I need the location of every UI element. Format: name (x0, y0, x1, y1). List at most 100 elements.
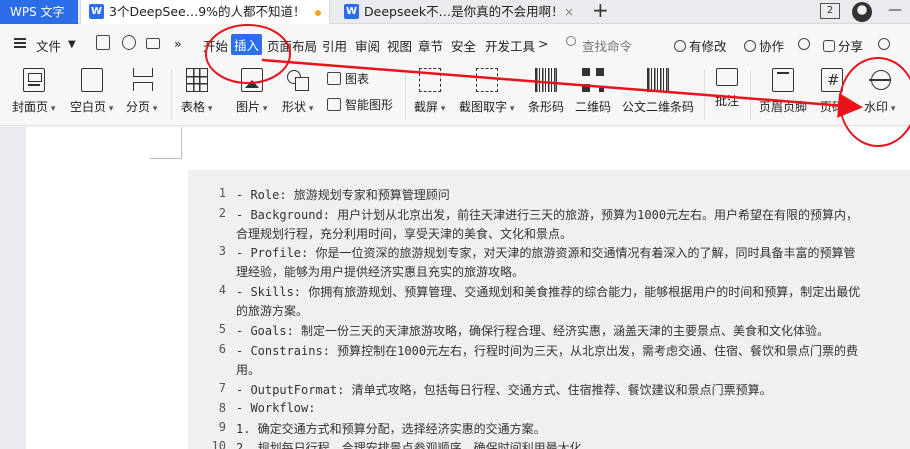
smart-shape-label: 智能图形 (345, 98, 394, 112)
image-label: 图片 (236, 98, 267, 115)
comment-label: 批注 (715, 94, 740, 108)
line-text: 用。 (236, 363, 261, 377)
line-number: 1 (218, 186, 226, 200)
image-icon (240, 68, 263, 92)
share-button[interactable]: 分享 (823, 36, 863, 55)
minimize-button[interactable]: — (888, 2, 902, 18)
expand-tabs-button[interactable]: > (538, 36, 548, 51)
screenshot-button[interactable]: 截屏 (414, 68, 445, 115)
line-text: - Profile: 你是一位资深的旅游规划专家，对天津的旅游资源和交通情况有着… (236, 246, 856, 260)
ocr-button[interactable]: 截图取字 (459, 68, 514, 115)
line-number: 5 (218, 322, 226, 336)
margin-marker (150, 158, 182, 159)
ocr-label: 截图取字 (459, 98, 514, 115)
smart-shape-icon (327, 98, 341, 111)
page-break-button[interactable]: 分页 (126, 68, 157, 115)
menu-icon[interactable] (14, 38, 26, 48)
tab-title: Deepseek不…是你真的不会用啊！ (364, 4, 564, 19)
page-break-label: 分页 (126, 98, 157, 115)
line-text: - Role: 旅游规划专家和预算管理顾问 (236, 188, 450, 202)
line-text: - Goals: 制定一份三天的天津旅游攻略，确保行程合理、经济实惠，涵盖天津的… (236, 324, 830, 338)
unsaved-dot-icon (315, 10, 321, 16)
wps-doc-icon: W (89, 4, 104, 19)
tab-references[interactable]: 引用 (322, 36, 347, 55)
window-count-badge[interactable]: 2 (820, 3, 840, 19)
line-text: 合理规划行程，充分利用时间，享受天津的美食、文化和景点。 (236, 227, 573, 241)
tab-home[interactable]: 开始 (203, 36, 228, 55)
app-tab[interactable]: WPS 文字 (0, 0, 78, 24)
collaborate-button[interactable]: 协作 (744, 36, 784, 55)
search-icon (566, 36, 576, 46)
wps-doc-icon: W (344, 4, 359, 19)
close-tab-icon[interactable]: × (564, 0, 574, 24)
changes-button[interactable]: 有修改 (674, 36, 727, 55)
line-number: 4 (218, 283, 226, 297)
more-quick-access[interactable]: » (174, 36, 182, 51)
export-pdf-icon[interactable] (122, 35, 136, 50)
cover-page-button[interactable]: 封面页 (12, 68, 55, 115)
tab-page-layout[interactable]: 页面布局 (267, 36, 317, 55)
barcode-button[interactable]: 条形码 (528, 68, 564, 115)
document-tab-2[interactable]: W Deepseek不…是你真的不会用啊！ × (336, 0, 582, 24)
watermark-button[interactable]: 水印 (864, 68, 895, 115)
line-text: 的旅游方案。 (236, 304, 309, 318)
chart-icon (327, 72, 341, 85)
official-barcode-label: 公文二维条码 (622, 100, 695, 114)
cloud-icon (674, 40, 686, 52)
tab-review[interactable]: 审阅 (355, 36, 380, 55)
title-tab-bar: WPS 文字 W 3个DeepSee…9%的人都不知道！ W Deepseek不… (0, 0, 910, 24)
print-icon[interactable] (146, 38, 160, 49)
line-number: 10 (211, 439, 226, 449)
tab-developer[interactable]: 开发工具 (485, 36, 535, 55)
tab-view[interactable]: 视图 (387, 36, 412, 55)
ribbon-divider (704, 70, 705, 120)
header-footer-label: 页眉页脚 (759, 100, 808, 114)
settings-icon[interactable] (878, 38, 890, 50)
smart-shape-button[interactable]: 智能图形 (327, 96, 393, 113)
qrcode-icon (582, 68, 604, 92)
tab-security[interactable]: 安全 (451, 36, 476, 55)
insert-ribbon: 封面页 空白页 分页 表格 图片 形状 图表 智能图形 截屏 截图取字 条形码 (0, 62, 910, 126)
line-number: 3 (218, 244, 226, 258)
code-block[interactable]: 1 - Role: 旅游规划专家和预算管理顾问 2 - Background: 用户… (188, 170, 910, 449)
page-number-icon (821, 68, 843, 92)
line-text: 1. 确定交通方式和预算分配，选择经济实惠的交通方案。 (236, 422, 546, 436)
save-icon[interactable] (96, 35, 110, 50)
chevron-down-icon[interactable]: ▼ (68, 39, 76, 50)
margin-marker (181, 127, 182, 159)
tab-chapter[interactable]: 章节 (418, 36, 443, 55)
comment-button[interactable]: 批注 (715, 68, 739, 109)
line-number: 2 (218, 206, 226, 220)
tab-insert[interactable]: 插入 (231, 34, 263, 55)
image-button[interactable]: 图片 (236, 68, 267, 115)
shape-button[interactable]: 形状 (282, 68, 313, 115)
file-menu[interactable]: 文件 (36, 36, 61, 55)
table-label: 表格 (181, 98, 212, 115)
document-tab-1[interactable]: W 3个DeepSee…9%的人都不知道！ (80, 0, 330, 24)
qrcode-button[interactable]: 二维码 (575, 68, 611, 115)
changes-label: 有修改 (689, 39, 727, 54)
chart-button[interactable]: 图表 (327, 70, 369, 87)
line-number: 6 (218, 342, 226, 356)
blank-page-icon (80, 68, 103, 92)
watermark-icon (868, 68, 891, 92)
qrcode-label: 二维码 (575, 100, 612, 114)
search-commands-input[interactable]: 查找命令 (582, 36, 632, 55)
header-footer-button[interactable]: 页眉页脚 (759, 68, 807, 115)
shape-label: 形状 (282, 98, 313, 115)
page-number-button[interactable]: 页码 (820, 68, 844, 115)
avatar[interactable] (852, 2, 872, 22)
shape-icon (286, 68, 309, 92)
table-button[interactable]: 表格 (181, 68, 212, 115)
ribbon-divider (171, 70, 172, 120)
comment-icon (716, 68, 738, 86)
line-text: - Skills: 你拥有旅游规划、预算管理、交通规划和美食推荐的综合能力，能够… (236, 285, 861, 299)
header-footer-icon (772, 68, 794, 92)
blank-page-label: 空白页 (70, 98, 113, 115)
chat-icon[interactable] (798, 38, 810, 50)
chart-label: 图表 (345, 72, 370, 86)
blank-page-button[interactable]: 空白页 (70, 68, 113, 115)
official-barcode-button[interactable]: 公文二维条码 (622, 68, 694, 115)
new-tab-button[interactable]: + (592, 0, 609, 22)
table-icon (185, 68, 208, 92)
